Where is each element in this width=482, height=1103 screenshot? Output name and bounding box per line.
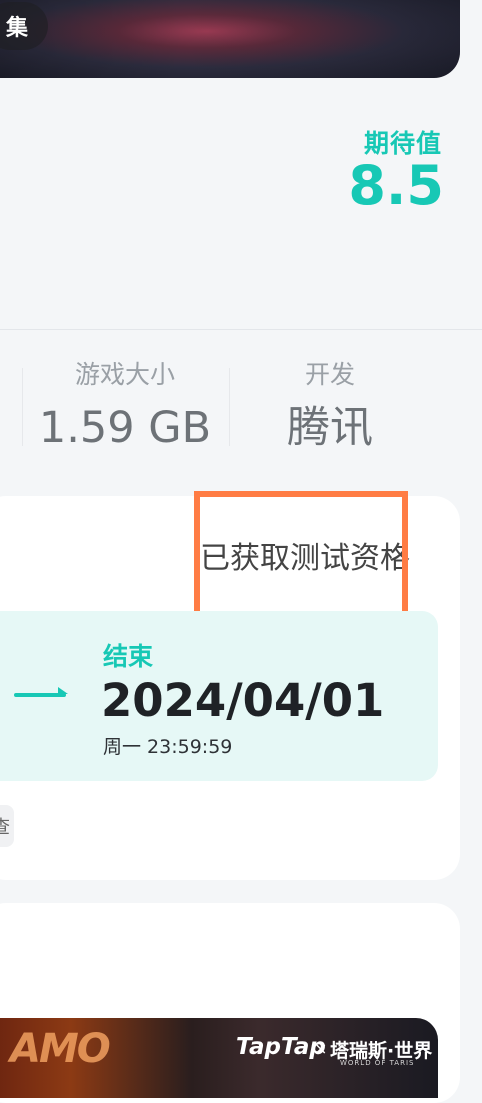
section-divider — [0, 329, 482, 330]
stat-developer-value: 腾讯 — [287, 403, 373, 453]
tag-chip-label: 查 — [0, 817, 10, 838]
banner-shade — [0, 0, 460, 78]
tag-chip[interactable]: 查 — [0, 805, 14, 847]
stat-size-label: 游戏大小 — [74, 360, 175, 389]
highlight-box — [194, 491, 408, 618]
stat-size-value: 1.59 GB — [38, 403, 212, 453]
end-date: 2024/04/01 — [101, 674, 385, 727]
collection-chip[interactable]: 集 — [0, 2, 48, 50]
collection-chip-label: 集 — [5, 16, 28, 41]
stat-divider — [229, 368, 230, 446]
game-banner-image[interactable]: 集 — [0, 0, 460, 78]
promo-banner[interactable]: AMO TapTap × 塔瑞斯·世界 WORLD OF TARIS — [0, 1018, 438, 1098]
promo-art-text: AMO — [10, 1026, 111, 1072]
arrow-right-icon — [14, 687, 68, 697]
expectation-score: 8.5 — [348, 154, 444, 217]
end-time: 周一 23:59:59 — [103, 736, 233, 758]
stat-developer-label: 开发 — [304, 360, 355, 389]
end-label: 结束 — [103, 642, 154, 671]
collab-separator: × — [314, 1039, 328, 1058]
stat-divider — [22, 368, 23, 446]
game-logo-subtitle: WORLD OF TARIS — [340, 1059, 415, 1067]
taptap-logo: TapTap — [236, 1034, 326, 1060]
